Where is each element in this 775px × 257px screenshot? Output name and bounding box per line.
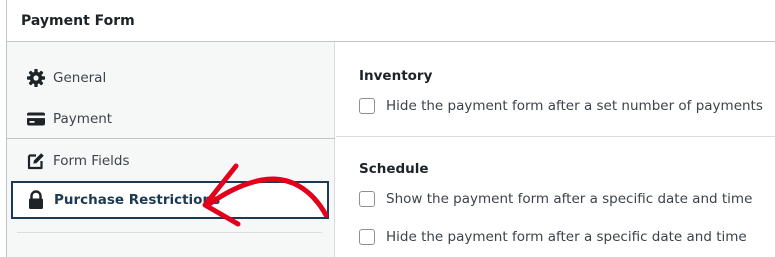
hide-after-date-option[interactable]: Hide the payment form after a specific d… [359, 227, 747, 247]
hide-after-payments-checkbox[interactable] [359, 98, 375, 114]
option-label: Hide the payment form after a set number… [386, 98, 763, 114]
sidebar-divider [17, 232, 322, 233]
payment-form-panel: Payment Form General Payment Form Fields… [6, 0, 775, 257]
sidebar-item-general[interactable]: General [7, 58, 335, 98]
inventory-heading: Inventory [359, 68, 433, 84]
section-divider [336, 136, 775, 137]
sidebar-divider [7, 138, 335, 139]
show-after-date-checkbox[interactable] [359, 191, 375, 207]
panel-title: Payment Form [21, 13, 135, 29]
sidebar-item-form-fields[interactable]: Form Fields [7, 141, 335, 181]
sidebar-item-label: Payment [53, 111, 113, 127]
panel-header: Payment Form [7, 0, 775, 42]
sidebar-item-purchase-restrictions[interactable]: Purchase Restrictions [11, 181, 329, 219]
sidebar-item-payment[interactable]: Payment [7, 99, 335, 139]
settings-content: Inventory Hide the payment form after a … [336, 42, 775, 257]
schedule-heading: Schedule [359, 161, 429, 177]
credit-card-icon [26, 109, 46, 129]
hide-after-date-checkbox[interactable] [359, 229, 375, 245]
gear-icon [26, 68, 46, 88]
option-label: Show the payment form after a specific d… [386, 191, 753, 207]
edit-icon [26, 151, 46, 171]
lock-icon [26, 190, 46, 210]
hide-after-payments-option[interactable]: Hide the payment form after a set number… [359, 96, 763, 116]
show-after-date-option[interactable]: Show the payment form after a specific d… [359, 189, 752, 209]
sidebar-item-label: General [53, 70, 107, 86]
settings-sidebar: General Payment Form Fields Purchase Res… [7, 42, 335, 257]
option-label: Hide the payment form after a specific d… [386, 229, 747, 245]
sidebar-item-label: Form Fields [53, 153, 130, 169]
sidebar-item-label: Purchase Restrictions [54, 192, 221, 208]
